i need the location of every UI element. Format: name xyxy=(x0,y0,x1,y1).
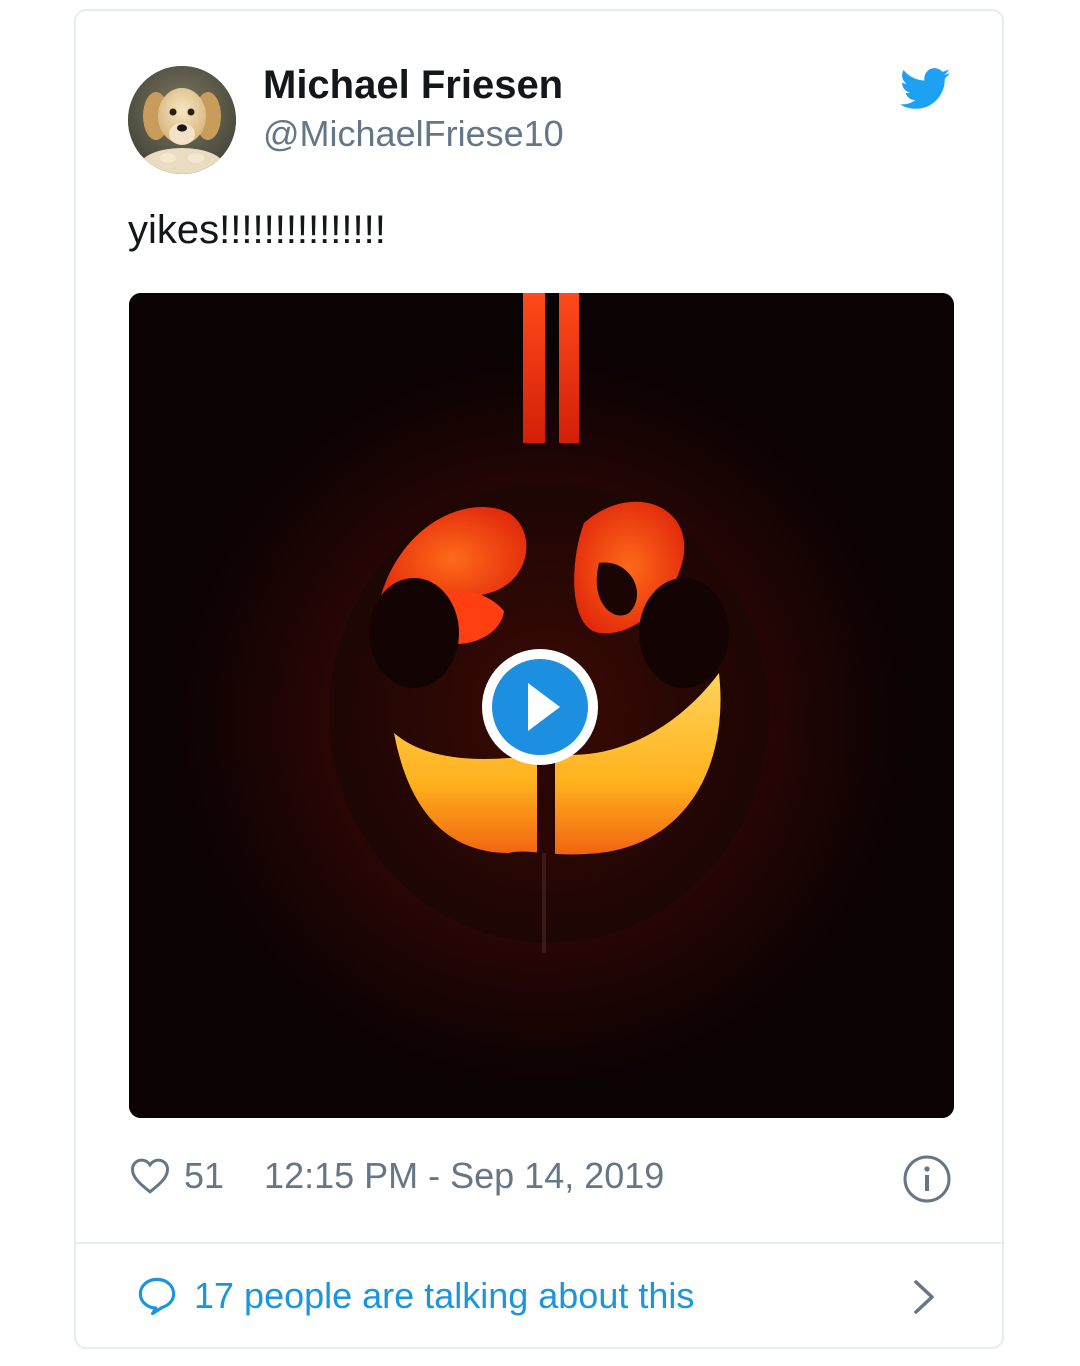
divider xyxy=(76,1242,1004,1244)
chevron-right-icon[interactable] xyxy=(910,1278,938,1316)
author-avatar[interactable] xyxy=(128,66,236,174)
speech-bubble-icon xyxy=(138,1277,176,1316)
author-handle[interactable]: @MichaelFriese10 xyxy=(263,113,564,155)
twitter-bird-icon[interactable] xyxy=(900,68,950,110)
puppy-avatar-image xyxy=(128,66,236,174)
tweet-meta-row: 51 12:15 PM - Sep 14, 2019 xyxy=(130,1148,664,1204)
info-icon[interactable] xyxy=(902,1154,952,1204)
conversation-label: 17 people are talking about this xyxy=(194,1275,695,1316)
conversation-link[interactable]: 17 people are talking about this xyxy=(136,1268,694,1324)
author-name[interactable]: Michael Friesen xyxy=(263,63,563,108)
like-count[interactable]: 51 xyxy=(184,1155,224,1197)
tweet-text: yikes!!!!!!!!!!!!!!! xyxy=(128,208,386,252)
tweet-timestamp[interactable]: 12:15 PM - Sep 14, 2019 xyxy=(264,1155,664,1197)
heart-icon[interactable] xyxy=(130,1157,170,1195)
play-icon[interactable] xyxy=(480,647,600,767)
